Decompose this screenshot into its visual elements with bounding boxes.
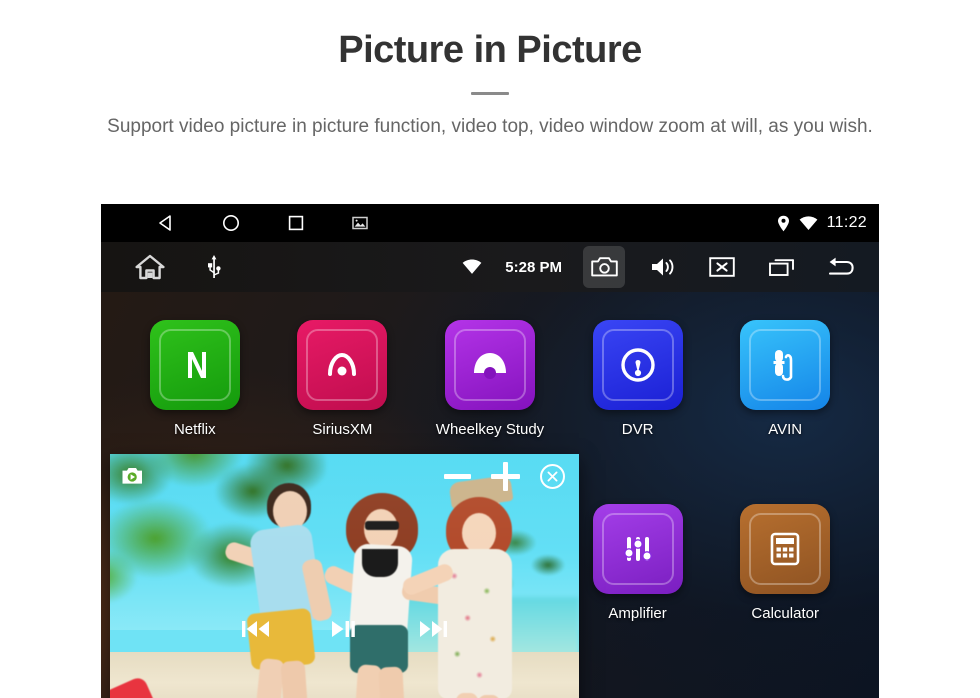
- status-bar-clock: 11:22: [826, 214, 867, 231]
- toolbar-clock: 5:28 PM: [505, 258, 562, 276]
- volume-button[interactable]: [642, 246, 684, 288]
- app-item-dvr[interactable]: DVR: [564, 320, 712, 504]
- calculator-icon: [740, 504, 831, 594]
- recents-square-icon[interactable]: [286, 213, 306, 233]
- home-icon[interactable]: [135, 254, 165, 280]
- app-item-amplifier[interactable]: Amplifier: [564, 504, 712, 688]
- app-label: Amplifier: [608, 605, 667, 622]
- zoom-out-button[interactable]: [444, 473, 471, 479]
- toolbar-right-group: 5:28 PM: [462, 242, 861, 292]
- page-title: Picture in Picture: [338, 29, 642, 71]
- equalizer-icon: [592, 504, 683, 594]
- app-label: Wheelkey Study: [435, 421, 545, 438]
- wheelkey-glyph: [473, 353, 506, 379]
- status-bar-right-group: 11:22: [777, 204, 867, 242]
- zoom-in-button[interactable]: [491, 461, 520, 491]
- gauge-glyph: [620, 348, 655, 382]
- pip-window-controls: [444, 461, 565, 491]
- app-label: DVR: [621, 421, 654, 438]
- calculator-glyph: [770, 532, 800, 566]
- app-label: AVIN: [768, 421, 803, 438]
- location-pin-icon: [777, 215, 790, 232]
- camera-button[interactable]: [583, 246, 625, 288]
- camera-icon: [590, 256, 618, 278]
- pip-toolbar: [110, 454, 579, 498]
- launcher-home: Netflix SiriusXM Wheelkey Study DVR AVIN…: [101, 292, 879, 698]
- back-arrow-icon: [825, 256, 855, 278]
- speaker-icon: [650, 256, 677, 278]
- page-subtitle: Support video picture in picture functio…: [107, 115, 873, 137]
- home-circle-icon[interactable]: [221, 213, 241, 233]
- gauge-icon: [592, 320, 683, 410]
- usb-icon[interactable]: [207, 254, 221, 280]
- windows-icon: [768, 256, 795, 278]
- back-icon[interactable]: [156, 213, 176, 233]
- av-plug-glyph: [773, 350, 793, 381]
- next-track-button[interactable]: [419, 618, 449, 640]
- wheelkey-icon: [444, 320, 535, 410]
- siriusxm-glyph: [328, 352, 357, 376]
- netflix-icon: [149, 320, 240, 410]
- title-divider: [471, 91, 509, 95]
- wifi-icon: [462, 259, 482, 275]
- screenshot-icon[interactable]: [351, 214, 369, 232]
- status-bar-nav-group: [156, 213, 369, 233]
- equalizer-glyph: [623, 537, 652, 561]
- android-status-bar: 11:22: [101, 204, 879, 242]
- app-label: Calculator: [751, 605, 819, 622]
- av-plug-icon: [740, 320, 831, 410]
- pip-close-button[interactable]: [540, 463, 565, 489]
- pip-playback-controls: [110, 618, 579, 640]
- previous-track-button[interactable]: [241, 618, 271, 640]
- pip-video-window[interactable]: Seicar: [110, 454, 579, 698]
- play-pause-button[interactable]: [331, 618, 359, 640]
- app-label: SiriusXM: [312, 421, 373, 438]
- page-header: Picture in Picture Support video picture…: [0, 0, 980, 140]
- siriusxm-icon: [297, 320, 388, 410]
- x-box-icon: [709, 256, 735, 278]
- launcher-toolbar: 5:28 PM: [101, 242, 879, 292]
- recents-button[interactable]: [760, 246, 802, 288]
- page-root: Picture in Picture Support video picture…: [0, 0, 980, 698]
- wifi-icon: [799, 215, 818, 231]
- device-screen: 11:22 5:28 PM Netflix SiriusXM Wheelkey …: [101, 204, 879, 698]
- netflix-glyph: [187, 352, 206, 378]
- toolbar-left-group: [135, 254, 221, 280]
- close-button[interactable]: [701, 246, 743, 288]
- back-button[interactable]: [819, 246, 861, 288]
- app-item-avin[interactable]: AVIN: [711, 320, 859, 504]
- app-item-calculator[interactable]: Calculator: [711, 504, 859, 688]
- video-camera-icon[interactable]: [121, 466, 146, 486]
- app-label: Netflix: [173, 421, 216, 438]
